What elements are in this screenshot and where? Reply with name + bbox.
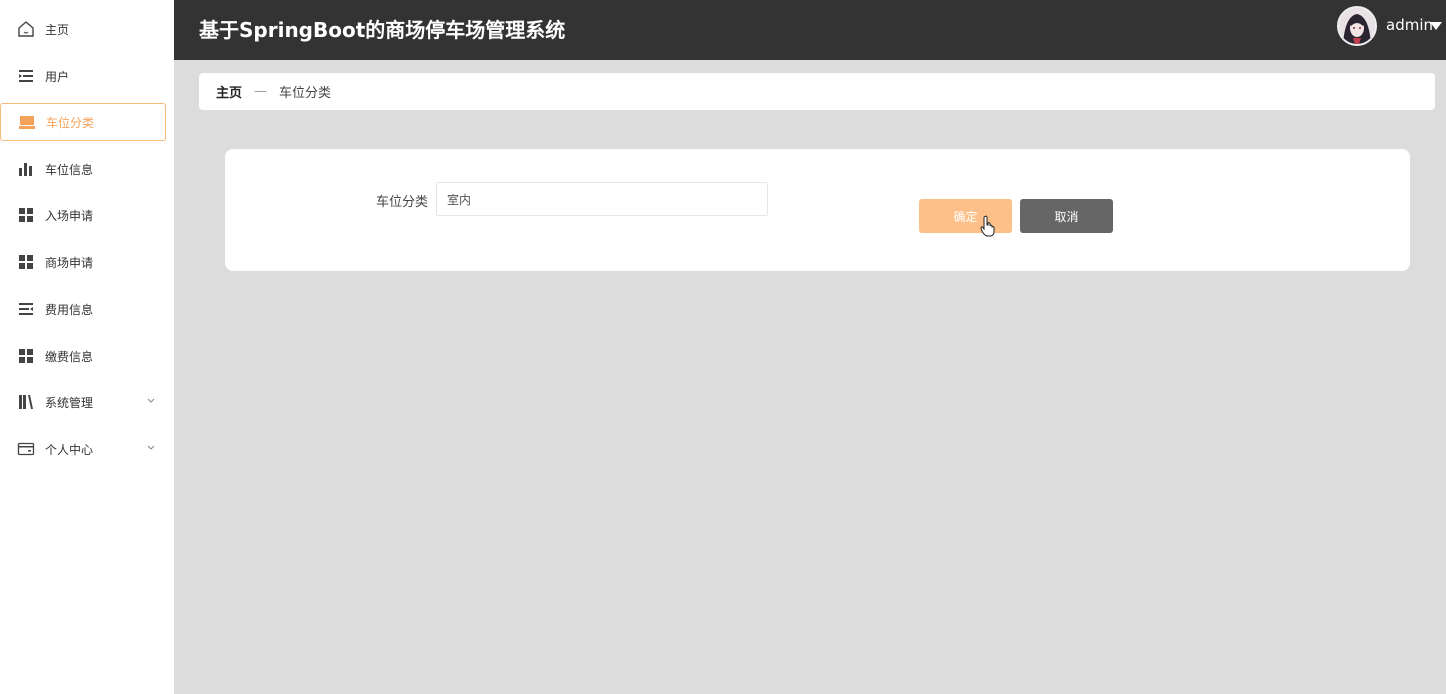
sidebar-item-payment-info[interactable]: 缴费信息: [0, 337, 166, 375]
grid-icon: [17, 347, 35, 365]
sidebar-item-label: 入场申请: [45, 208, 94, 223]
sidebar-item-label: 费用信息: [45, 302, 94, 317]
sidebar-item-label: 系统管理: [45, 395, 94, 410]
breadcrumb-home[interactable]: 主页: [216, 82, 242, 101]
bar-chart-icon: [17, 160, 35, 178]
sidebar: 主页 用户 车位分类 车位信息 入场申请 商场申请 费用信息 缴费信息 系统管理…: [0, 0, 174, 694]
sidebar-item-users[interactable]: 用户: [0, 57, 166, 95]
chevron-down-icon: [146, 442, 156, 452]
app-title: 基于SpringBoot的商场停车场管理系统: [199, 18, 566, 42]
sidebar-item-system-management[interactable]: 系统管理: [0, 383, 166, 421]
sidebar-item-personal-center[interactable]: 个人中心: [0, 430, 166, 468]
sidebar-item-label: 个人中心: [45, 442, 94, 457]
sidebar-item-label: 主页: [45, 22, 70, 37]
sidebar-item-label: 车位分类: [46, 115, 95, 130]
hand-cursor-icon: [980, 215, 996, 237]
top-header: 基于SpringBoot的商场停车场管理系统 admin: [174, 0, 1446, 60]
avatar[interactable]: [1337, 6, 1377, 46]
sidebar-item-mall-application[interactable]: 商场申请: [0, 243, 166, 281]
list-indent-icon: [17, 67, 35, 85]
sidebar-item-label: 商场申请: [45, 255, 94, 270]
home-icon: [17, 20, 35, 38]
confirm-button[interactable]: 确定: [919, 199, 1012, 233]
sidebar-item-fee-info[interactable]: 费用信息: [0, 290, 166, 328]
breadcrumb-current: 车位分类: [279, 86, 332, 101]
card-icon: [17, 440, 35, 458]
breadcrumb-separator: —: [254, 84, 268, 99]
sidebar-item-home[interactable]: 主页: [0, 10, 166, 48]
sidebar-item-parking-category[interactable]: 车位分类: [0, 103, 166, 141]
chevron-down-icon: [146, 395, 156, 405]
caret-down-icon[interactable]: [1430, 22, 1442, 30]
breadcrumb: 主页 — 车位分类: [199, 73, 1435, 110]
sidebar-item-parking-info[interactable]: 车位信息: [0, 150, 166, 188]
sidebar-item-label: 缴费信息: [45, 349, 94, 364]
parking-category-input[interactable]: [436, 182, 768, 216]
sidebar-item-label: 用户: [45, 69, 70, 84]
list-indent-icon: [17, 300, 35, 318]
parking-category-label: 车位分类: [376, 195, 429, 210]
cancel-button[interactable]: 取消: [1020, 199, 1113, 233]
grid-icon: [17, 253, 35, 271]
box-icon: [18, 113, 36, 131]
books-icon: [17, 393, 35, 411]
username[interactable]: admin: [1386, 16, 1433, 34]
sidebar-item-entry-application[interactable]: 入场申请: [0, 196, 166, 234]
grid-icon: [17, 206, 35, 224]
form-card: 车位分类 确定 取消: [225, 149, 1410, 271]
sidebar-item-label: 车位信息: [45, 162, 94, 177]
